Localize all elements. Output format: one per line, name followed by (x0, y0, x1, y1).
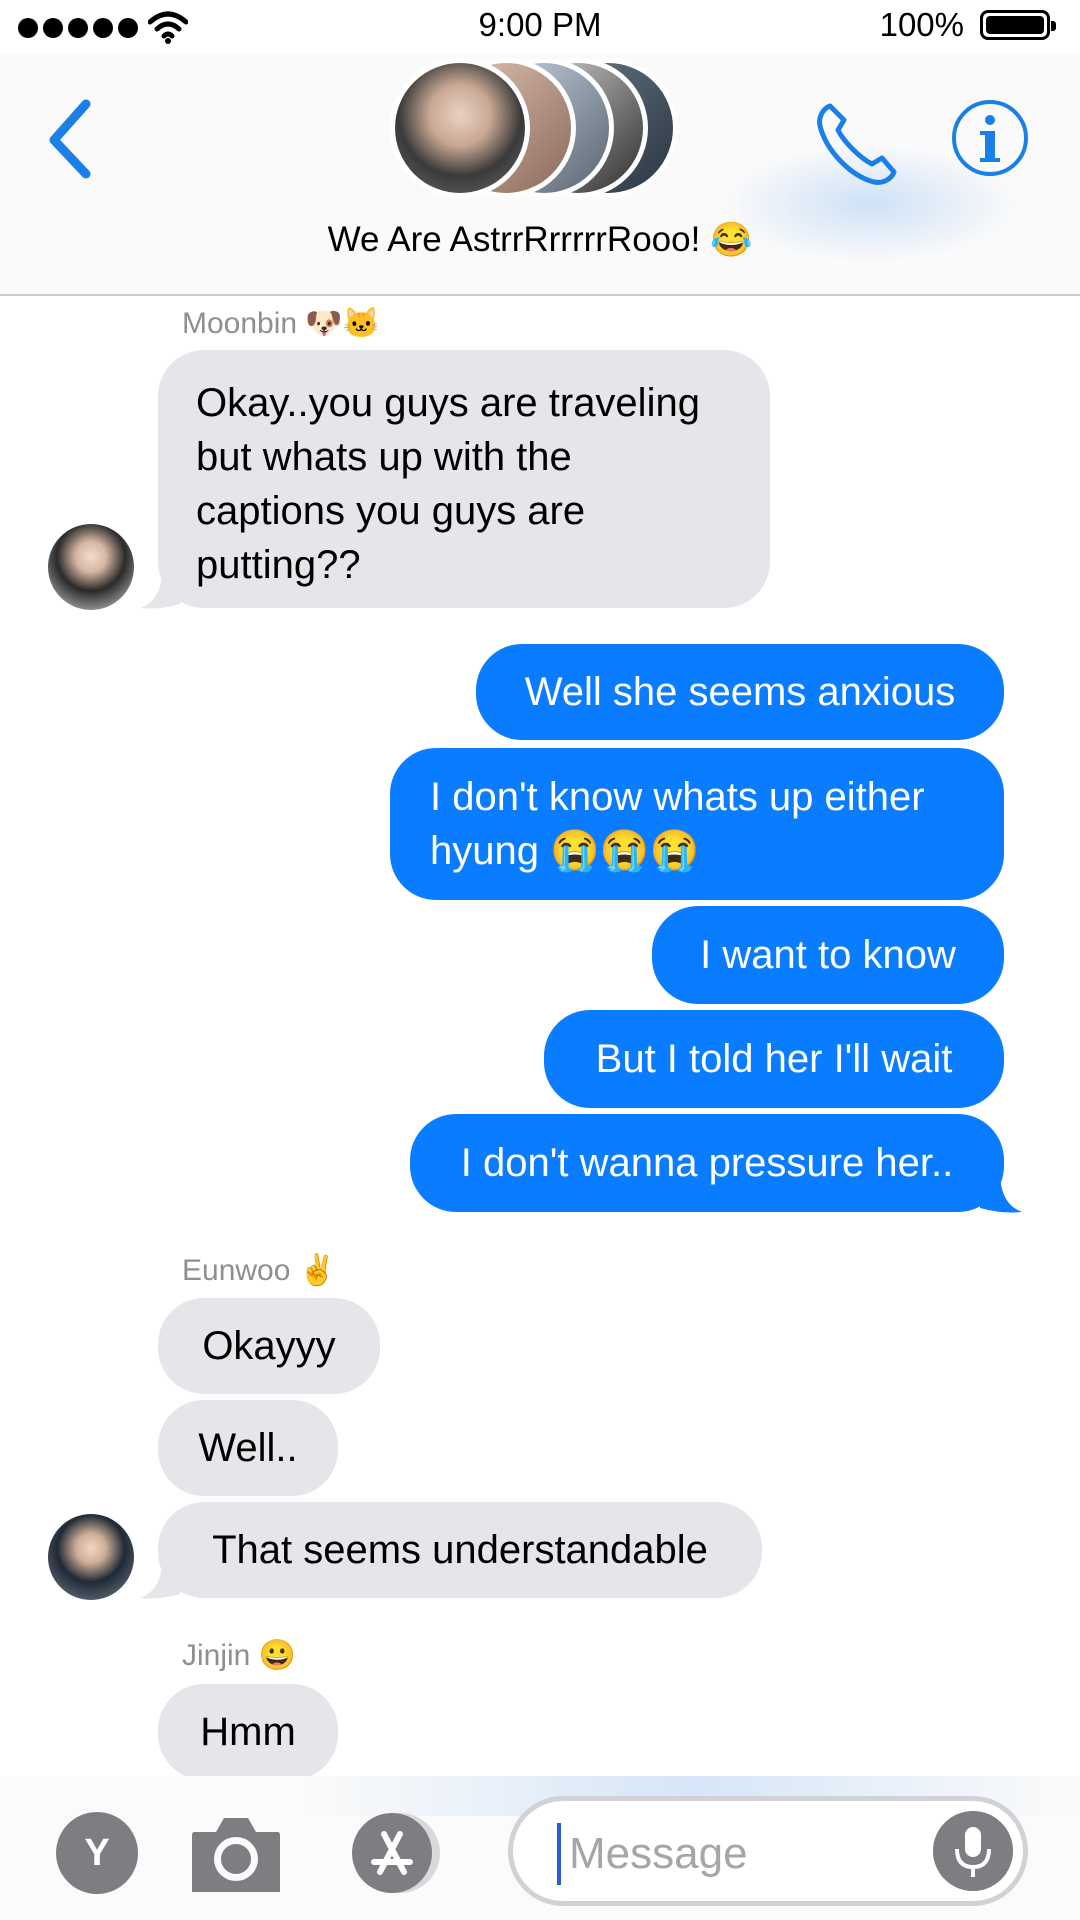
status-bar: 9:00 PM 100% (0, 0, 1080, 54)
group-title[interactable]: We Are AstrrRrrrrrRooo! 😂 (0, 220, 1080, 260)
message-input[interactable]: Message (508, 1796, 1028, 1906)
info-icon[interactable] (950, 98, 1030, 178)
sender-name-jinjin: Jinjin 😀 (182, 1639, 297, 1672)
group-avatar (390, 58, 530, 198)
message-bubble-outgoing[interactable]: But I told her I'll wait (544, 1010, 1004, 1108)
avatar[interactable] (48, 524, 134, 610)
text-cursor (557, 1823, 561, 1885)
bubble-tail (140, 1560, 180, 1599)
sender-name-eunwoo: Eunwoo ✌️ (182, 1254, 337, 1287)
message-bubble-outgoing[interactable]: I don't know whats up either hyung 😭😭😭 (390, 748, 1004, 900)
sender-name-moonbin: Moonbin 🐶🐱 (182, 307, 381, 340)
avatar[interactable] (48, 1514, 134, 1600)
message-bubble-incoming[interactable]: That seems understandable (158, 1502, 762, 1598)
conversation-header: We Are AstrrRrrrrrRooo! 😂 (0, 54, 1080, 296)
laughing-emoji: 😂 (710, 221, 753, 259)
message-placeholder: Message (569, 1829, 748, 1878)
phone-icon[interactable] (812, 98, 902, 188)
message-bubble-incoming[interactable]: Well.. (158, 1400, 338, 1496)
message-bubble-outgoing[interactable]: Well she seems anxious (476, 644, 1004, 740)
message-bubble-incoming[interactable]: Okayyy (158, 1298, 380, 1394)
back-chevron-icon[interactable] (40, 94, 100, 184)
apps-button[interactable]: Y (56, 1812, 138, 1894)
camera-icon[interactable] (188, 1812, 284, 1896)
bubble-tail (140, 570, 180, 609)
battery-icon (980, 10, 1056, 40)
message-bubble-incoming[interactable]: Hmm (158, 1684, 338, 1780)
message-bubble-incoming[interactable]: Okay..you guys are traveling but whats u… (158, 350, 770, 608)
bubble-tail (980, 1172, 1022, 1213)
battery-percentage: 100% (879, 6, 964, 43)
message-bubble-outgoing[interactable]: I want to know (652, 906, 1004, 1004)
app-store-icon[interactable] (346, 1810, 456, 1896)
microphone-icon[interactable] (933, 1811, 1013, 1891)
message-bubble-outgoing[interactable]: I don't wanna pressure her.. (410, 1114, 1004, 1212)
group-avatars[interactable] (390, 58, 710, 208)
